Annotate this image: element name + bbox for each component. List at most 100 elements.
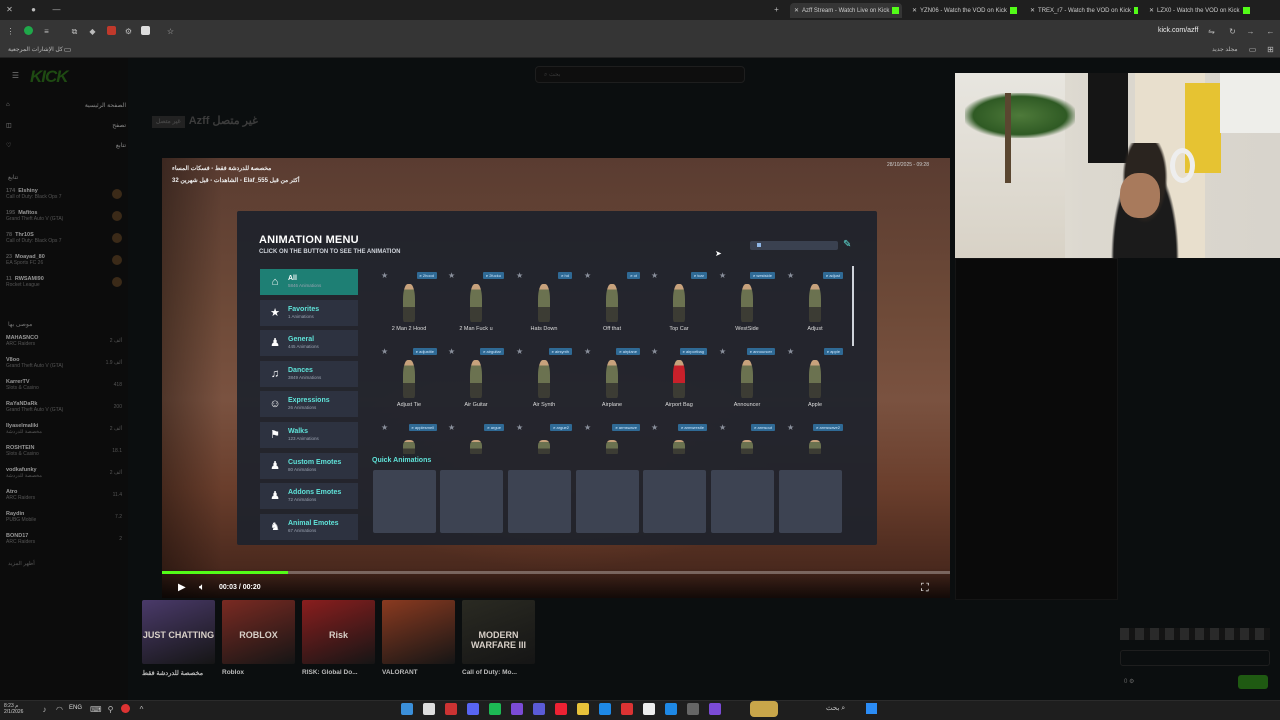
- nav-browse[interactable]: ◫ تصفح: [6, 122, 126, 129]
- category-card[interactable]: ROBLOX: [222, 600, 295, 664]
- quick-animation-slot[interactable]: [508, 470, 571, 533]
- keyboard-icon[interactable]: ⌨: [90, 705, 102, 714]
- quick-animation-slot[interactable]: [576, 470, 639, 533]
- category-addons-emotes[interactable]: ♟ Addons Emotes 72 Animations: [260, 483, 358, 510]
- taskbar-store-icon[interactable]: [643, 703, 655, 715]
- bookmark-star-icon[interactable]: ☆: [166, 27, 175, 36]
- tab-close-icon[interactable]: ✕: [1030, 7, 1035, 14]
- tab-close-icon[interactable]: ✕: [794, 7, 799, 14]
- emote-bar[interactable]: [1120, 628, 1270, 640]
- category-card[interactable]: MODERN WARFARE III: [462, 600, 535, 664]
- animation-card[interactable]: ★ e announcer Announcer: [715, 344, 779, 414]
- play-icon[interactable]: ▶: [178, 582, 186, 593]
- channel-name[interactable]: Azff: [189, 115, 210, 127]
- quick-animation-slot[interactable]: [440, 470, 503, 533]
- all-bookmarks[interactable]: كل الإشارات المرجعية: [8, 46, 63, 53]
- animation-card[interactable]: ★ e 2fucku 2 Man Fuck u: [444, 268, 508, 338]
- taskbar-app-icon[interactable]: [621, 703, 633, 715]
- weather-widget[interactable]: [750, 701, 778, 717]
- favorite-star-icon[interactable]: ★: [448, 347, 455, 356]
- sidebar-channel[interactable]: Raydin PUBG Mobile 7.2: [6, 511, 122, 523]
- category-name[interactable]: Call of Duty: Mo...: [462, 669, 517, 676]
- tab-yzn06[interactable]: ✕ YZN06 - Watch the VOD on Kick: [908, 3, 1020, 18]
- kick-logo[interactable]: KICK: [30, 67, 69, 87]
- taskbar-file-icon[interactable]: [687, 703, 699, 715]
- taskbar-folder-icon[interactable]: [577, 703, 589, 715]
- taskbar-app-icon[interactable]: [709, 703, 721, 715]
- close-window-icon[interactable]: ✕: [5, 5, 14, 14]
- minimize-icon[interactable]: —: [52, 5, 61, 14]
- sidebar-channel[interactable]: ROSHTEIN Slots & Casino 18.1: [6, 445, 122, 457]
- animation-card[interactable]: ★ e apple Apple: [783, 344, 847, 414]
- animation-card[interactable]: ★ e tcar Top Car: [647, 268, 711, 338]
- category-card[interactable]: Risk: [302, 600, 375, 664]
- category-custom-emotes[interactable]: ♟ Custom Emotes 80 Animations: [260, 452, 358, 479]
- hamburger-icon[interactable]: ☰: [11, 71, 20, 80]
- new-folder[interactable]: مجلد جديد: [1212, 46, 1238, 53]
- grid-icon[interactable]: ⊞: [1266, 45, 1275, 54]
- sidebar-channel[interactable]: 195 Mafitos Grand Theft Auto V (GTA): [6, 210, 122, 222]
- tab-close-icon[interactable]: ✕: [1149, 7, 1154, 14]
- quick-animation-slot[interactable]: [373, 470, 436, 533]
- tab-close-icon[interactable]: ✕: [912, 7, 917, 14]
- taskbar-app-icon[interactable]: [533, 703, 545, 715]
- favorite-star-icon[interactable]: ★: [448, 423, 455, 432]
- sidebar-channel[interactable]: KarrerTV Slots & Casino 418: [6, 379, 122, 391]
- favorite-star-icon[interactable]: ★: [651, 271, 658, 280]
- forward-icon[interactable]: →: [1246, 27, 1255, 36]
- tab-lzx0[interactable]: ✕ LZX0 - Watch the VOD on Kick: [1145, 3, 1263, 18]
- menu-search-input[interactable]: [750, 241, 838, 250]
- sidebar-channel[interactable]: vodkafunky مخصصة للدردشة 2 ألف: [6, 467, 122, 479]
- quick-animation-slot[interactable]: [779, 470, 842, 533]
- tune-icon[interactable]: ⇋: [1207, 27, 1216, 36]
- animation-card[interactable]: ★ e airportbag Airport Bag: [647, 344, 711, 414]
- chat-send-button[interactable]: [1238, 675, 1268, 689]
- animation-card[interactable]: ★ e airguitar Air Guitar: [444, 344, 508, 414]
- favorite-star-icon[interactable]: ★: [787, 347, 794, 356]
- favorite-star-icon[interactable]: ★: [787, 271, 794, 280]
- sidebar-channel[interactable]: Ilyaselmaliki مخصصة للدردشة 2 ألف: [6, 423, 122, 435]
- grid-scrollbar[interactable]: [852, 266, 854, 346]
- animation-card[interactable]: ★ e adjusttie Adjust Tie: [377, 344, 441, 414]
- taskbar-discord-icon[interactable]: [467, 703, 479, 715]
- taskbar-search[interactable]: بحث ⌕: [826, 704, 845, 713]
- windows-start-icon[interactable]: [866, 703, 877, 714]
- category-dances[interactable]: ♫ Dances 3849 Animations: [260, 360, 358, 387]
- language-indicator[interactable]: ENG: [69, 705, 82, 711]
- extension-red-icon[interactable]: [107, 26, 116, 35]
- tab-trex[interactable]: ✕ TREX_r7 - Watch the VOD on Kick: [1026, 3, 1138, 18]
- taskbar-app-icon[interactable]: [423, 703, 435, 715]
- tray-red-icon[interactable]: [121, 704, 130, 713]
- taskbar-edge-icon[interactable]: [599, 703, 611, 715]
- new-tab-icon[interactable]: +: [772, 5, 781, 14]
- wifi-icon[interactable]: ◠: [55, 705, 64, 714]
- taskbar-spotify-icon[interactable]: [489, 703, 501, 715]
- animation-card[interactable]: ★ e westside WestSide: [715, 268, 779, 338]
- animation-card[interactable]: ★ e adjust Adjust: [783, 268, 847, 338]
- category-name[interactable]: RISK: Global Do...: [302, 669, 358, 676]
- taskbar-app-icon[interactable]: [401, 703, 413, 715]
- favorite-star-icon[interactable]: ★: [719, 347, 726, 356]
- quick-animation-slot[interactable]: [643, 470, 706, 533]
- nav-following[interactable]: ♡ تتابع: [6, 142, 126, 149]
- sidebar-channel[interactable]: 174 Elshiny Call of Duty: Black Ops 7: [6, 188, 122, 200]
- extensions-icon[interactable]: ≡: [42, 27, 51, 36]
- favorite-star-icon[interactable]: ★: [516, 347, 523, 356]
- url-text[interactable]: kick.com/azff: [1158, 27, 1198, 34]
- favorite-star-icon[interactable]: ★: [651, 423, 658, 432]
- settings-icon[interactable]: ⚙: [124, 27, 133, 36]
- chat-input[interactable]: [1120, 650, 1270, 666]
- record-icon[interactable]: ●: [29, 5, 38, 14]
- favorite-star-icon[interactable]: ★: [719, 271, 726, 280]
- speaker-icon[interactable]: ♪: [40, 705, 49, 714]
- favorite-star-icon[interactable]: ★: [584, 271, 591, 280]
- nav-home[interactable]: ⌂ الصفحة الرئيسية: [6, 102, 126, 109]
- animation-card[interactable]: ★ e ot Off that: [580, 268, 644, 338]
- favorite-star-icon[interactable]: ★: [584, 423, 591, 432]
- sidebar-channel[interactable]: 11 RWSAMI90 Rocket League: [6, 276, 122, 288]
- tab-azff[interactable]: ✕ Azff Stream - Watch Live on Kick: [790, 3, 902, 18]
- category-expressions[interactable]: ☺ Expressions 26 Animations: [260, 391, 358, 418]
- favorite-star-icon[interactable]: ★: [381, 347, 388, 356]
- extension-white-icon[interactable]: [141, 26, 150, 35]
- favorite-star-icon[interactable]: ★: [787, 423, 794, 432]
